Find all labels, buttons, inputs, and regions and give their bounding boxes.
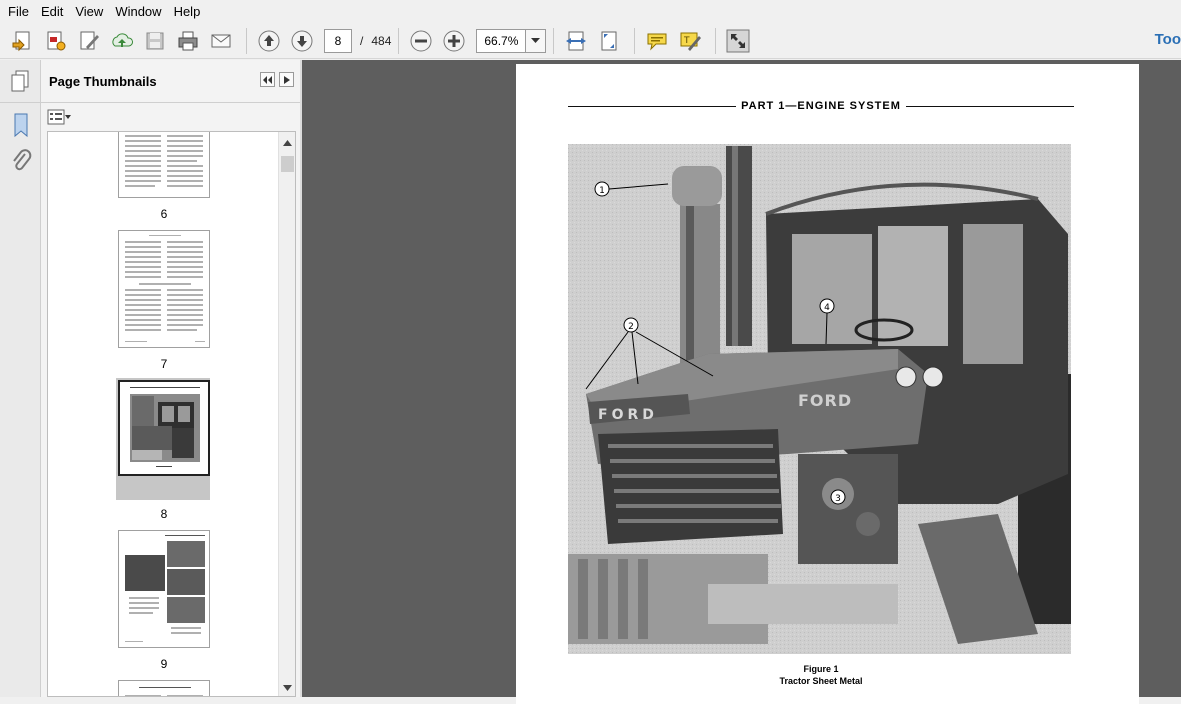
- page-heading-text: PART 1—ENGINE SYSTEM: [741, 100, 901, 112]
- figure-label: Figure 1: [803, 664, 839, 674]
- print-icon[interactable]: [173, 26, 203, 56]
- thumbnail-text-lines: [125, 135, 203, 187]
- callout-2: 2: [628, 322, 634, 332]
- toolbar-separator: [715, 27, 717, 54]
- toolbar-separator: [398, 27, 400, 54]
- full-screen-icon[interactable]: [723, 26, 753, 56]
- thumbnail-photos: [125, 535, 205, 642]
- toolbar-separator: [246, 27, 247, 54]
- page-heading: PART 1—ENGINE SYSTEM: [568, 100, 1075, 112]
- thumbnail-text-lines: [125, 235, 205, 342]
- page-thumbnail[interactable]: [118, 680, 210, 696]
- menu-file[interactable]: File: [2, 0, 35, 23]
- toolbar-separator: [553, 27, 555, 54]
- fit-width-icon[interactable]: [561, 26, 591, 56]
- zoom-in-icon[interactable]: [439, 26, 469, 56]
- bookmarks-icon[interactable]: [0, 107, 41, 143]
- email-icon[interactable]: [206, 26, 236, 56]
- thumbnail-label: 6: [160, 207, 168, 221]
- callout-3: 3: [835, 494, 841, 504]
- edit-document-icon[interactable]: [74, 26, 104, 56]
- thumbnail-tractor-image: [130, 387, 200, 467]
- pdf-edit-icon[interactable]: [41, 26, 71, 56]
- previous-page-icon[interactable]: [254, 26, 284, 56]
- menu-view[interactable]: View: [69, 0, 109, 23]
- figure-caption: Tractor Sheet Metal: [779, 676, 863, 686]
- zoom-select[interactable]: 66.7%: [476, 28, 547, 53]
- page-number-input[interactable]: 8: [324, 28, 352, 53]
- scroll-up-icon[interactable]: [279, 134, 295, 151]
- scroll-down-icon[interactable]: [279, 679, 295, 696]
- page-separator: /: [360, 33, 364, 48]
- next-page-icon[interactable]: [287, 26, 317, 56]
- callout-1: 1: [599, 186, 605, 196]
- page-total: 484: [371, 33, 392, 48]
- attachments-icon[interactable]: [0, 143, 41, 179]
- menu-window[interactable]: Window: [109, 0, 167, 23]
- scrollbar-thumb[interactable]: [281, 156, 294, 172]
- panel-title: Page Thumbnails: [49, 73, 157, 89]
- thumbnail-label: 9: [160, 657, 168, 671]
- page-thumbnails-icon[interactable]: [0, 60, 40, 103]
- svg-text:T: T: [683, 36, 690, 46]
- thumbnail-label: 7: [160, 357, 168, 371]
- create-pdf-icon[interactable]: [8, 26, 38, 56]
- thumbnail-scrollbar[interactable]: [278, 132, 295, 696]
- collapse-panel-button[interactable]: [260, 72, 275, 87]
- document-area[interactable]: PART 1—ENGINE SYSTEM FORD FORD 1 2 3 4 F…: [302, 60, 1181, 704]
- page-thumbnails-panel: Page Thumbnails 6 7 8 9: [41, 60, 300, 697]
- menu-edit[interactable]: Edit: [35, 0, 69, 23]
- toolbar: 8 / 484 66.7% T Too: [0, 23, 1181, 59]
- highlight-icon[interactable]: T: [675, 26, 705, 56]
- fit-page-icon[interactable]: [594, 26, 624, 56]
- toolbar-separator: [634, 27, 636, 54]
- upload-cloud-icon[interactable]: [107, 26, 137, 56]
- callout-4: 4: [824, 303, 830, 313]
- page-thumbnail-selected[interactable]: [118, 380, 210, 476]
- thumbnail-label: 8: [160, 507, 168, 521]
- comment-icon[interactable]: [642, 26, 672, 56]
- tools-link[interactable]: Too: [1155, 31, 1181, 48]
- thumbnail-text-lines: [125, 687, 203, 696]
- document-page: PART 1—ENGINE SYSTEM FORD FORD 1 2 3 4 F…: [516, 64, 1139, 704]
- zoom-out-icon[interactable]: [406, 26, 436, 56]
- menu-bar: File Edit View Window Help: [0, 0, 1181, 23]
- svg-text:FORD: FORD: [598, 407, 658, 423]
- save-icon[interactable]: [140, 26, 170, 56]
- panel-next-button[interactable]: [279, 72, 294, 87]
- thumbnail-list[interactable]: 6 7 8 9: [47, 131, 296, 697]
- zoom-input[interactable]: 66.7%: [476, 28, 527, 53]
- svg-text:FORD: FORD: [798, 391, 852, 410]
- panel-nav: [260, 72, 294, 87]
- menu-help[interactable]: Help: [168, 0, 207, 23]
- chevron-down-icon[interactable]: [526, 28, 547, 53]
- heading-rule: [905, 105, 1075, 107]
- navigation-rail: [0, 60, 41, 697]
- thumbnail-options-button[interactable]: [41, 103, 300, 131]
- page-thumbnail[interactable]: [118, 132, 210, 198]
- heading-rule: [568, 105, 737, 107]
- page-thumbnail[interactable]: [118, 530, 210, 648]
- tractor-photo: FORD FORD 1 2 3 4: [568, 144, 1071, 654]
- page-thumbnail[interactable]: [118, 230, 210, 348]
